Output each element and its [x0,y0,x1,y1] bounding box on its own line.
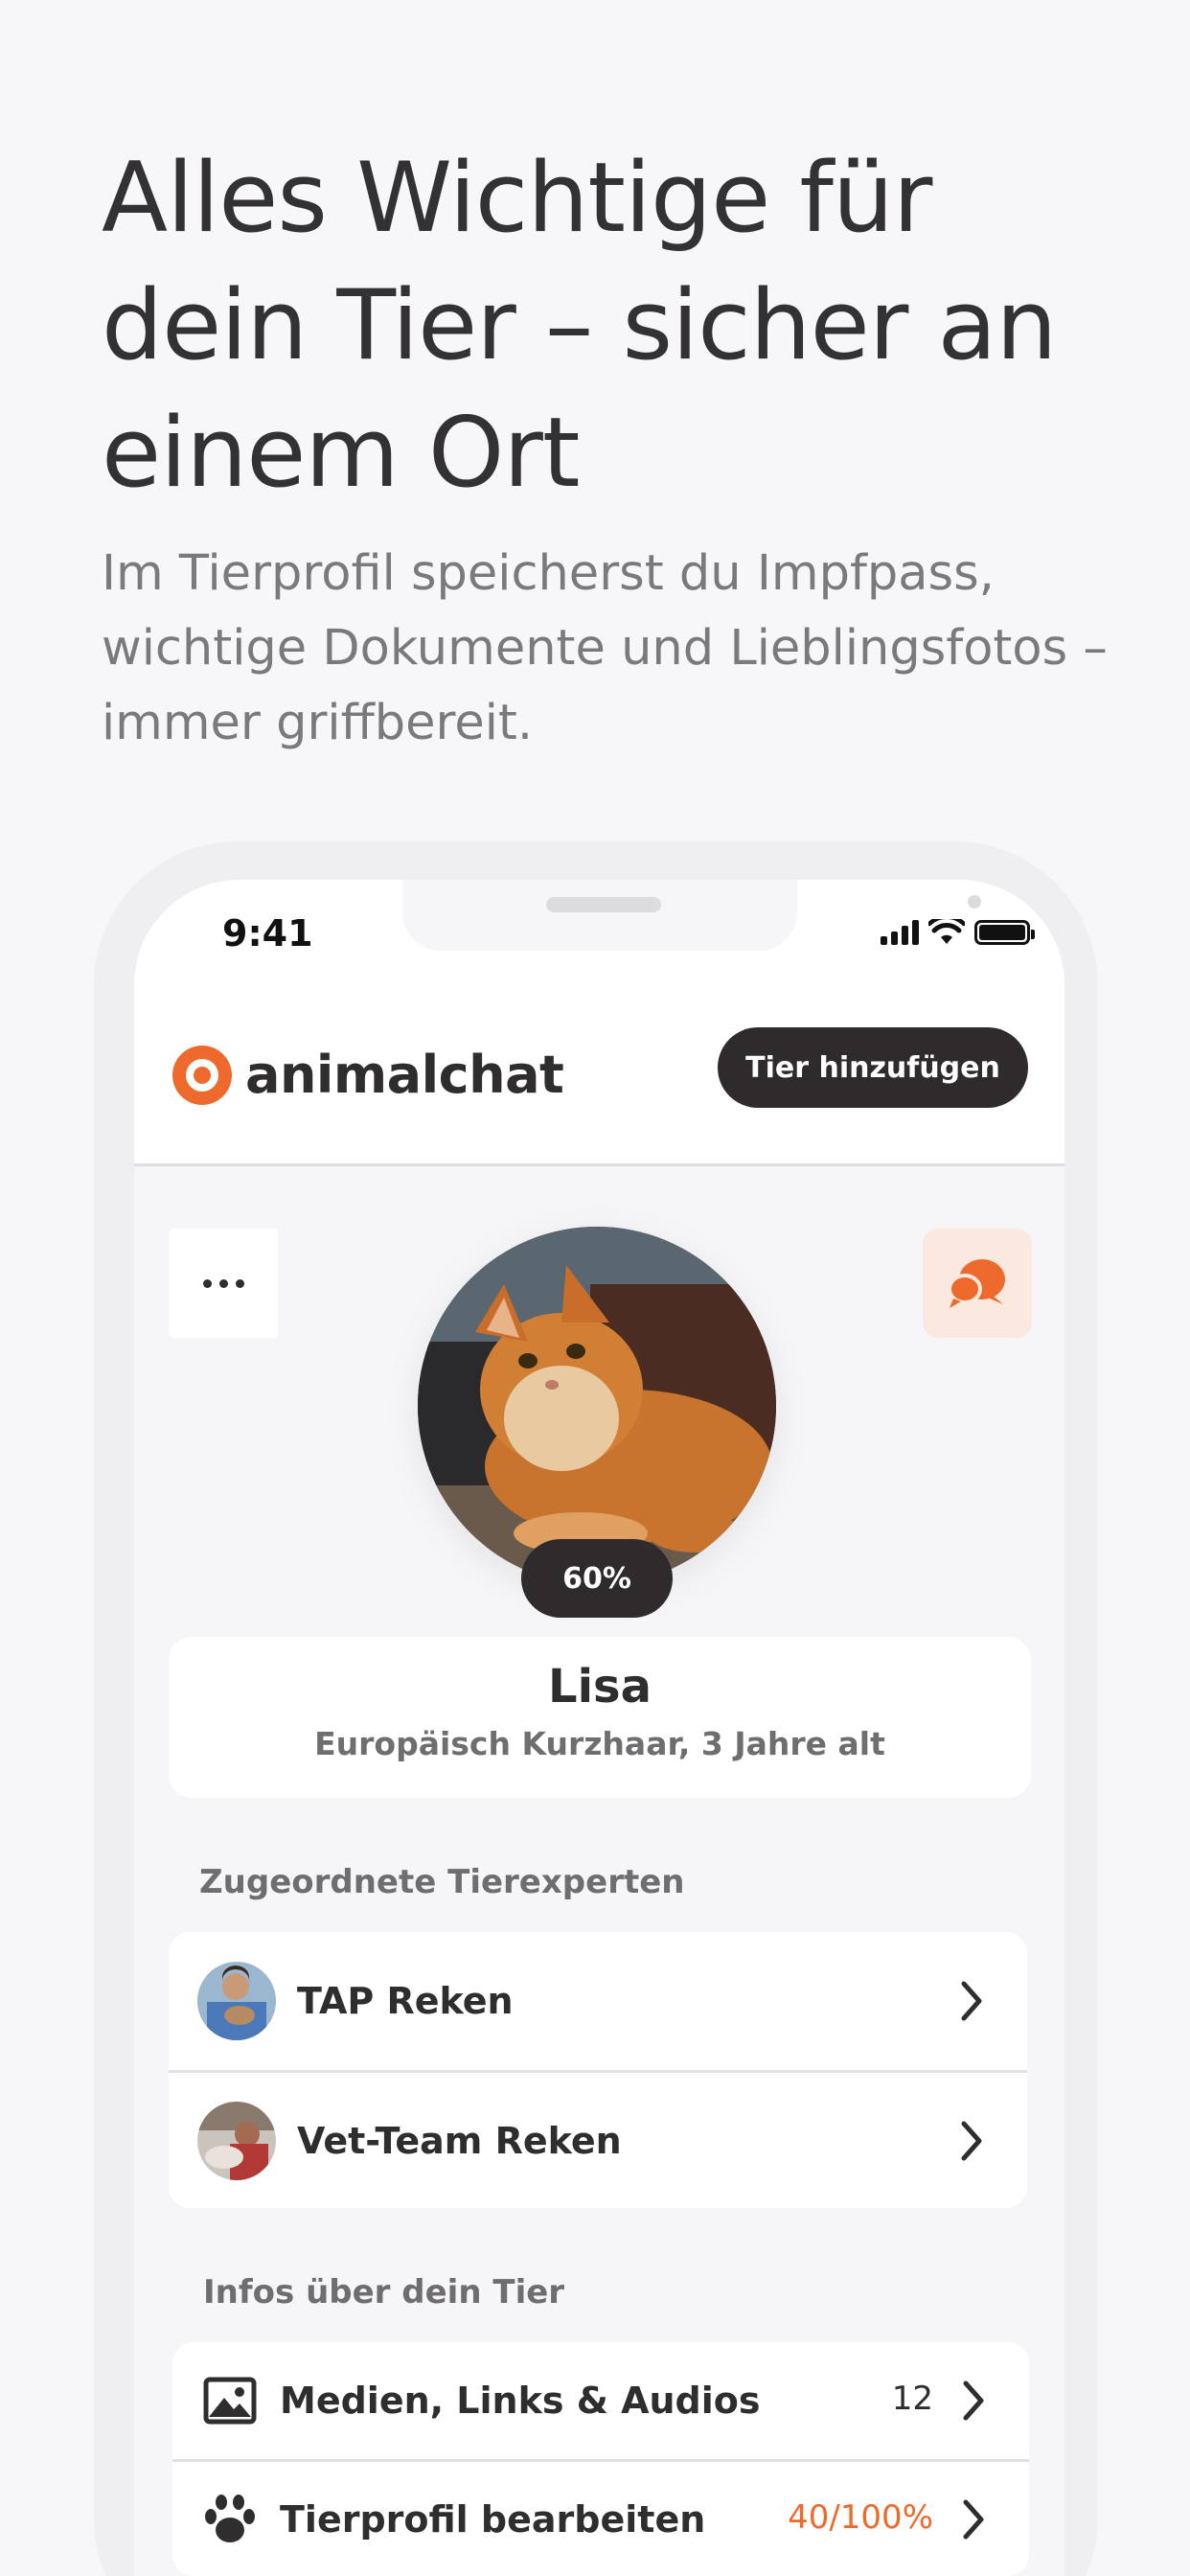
expert-name: TAP Reken [297,1980,514,2022]
chevron-right-icon [963,2380,984,2421]
notch-speaker [546,897,661,912]
cellular-signal-icon [881,920,919,945]
app-name: animalchat [245,1045,564,1105]
media-links-audios-row[interactable]: Medien, Links & Audios 12 [172,2342,1029,2459]
infos-list: Medien, Links & Audios 12 Tierprofil bea… [172,2342,1029,2576]
battery-icon [974,920,1035,945]
pet-avatar[interactable] [418,1227,776,1585]
experts-section-title: Zugeordnete Tierexperten [199,1863,685,1901]
notch-camera [968,895,981,908]
app-logo: animalchat [172,1045,564,1105]
expert-avatar [197,1962,276,2040]
profile-completion: 40/100% [788,2497,933,2537]
chat-button[interactable] [923,1229,1032,1338]
status-icons [881,916,1035,949]
wifi-icon [928,919,965,944]
paw-icon [201,2491,259,2548]
pet-name: Lisa [548,1660,652,1714]
experts-list: TAP Reken Vet-Team Reken [169,1932,1027,2208]
animalchat-logo-icon [172,1045,232,1105]
chat-bubbles-icon [948,1259,1005,1308]
status-time: 9:41 [222,912,313,954]
edit-pet-profile-row[interactable]: Tierprofil bearbeiten 40/100% [172,2459,1029,2576]
subline: Im Tierprofil speicherst du Impfpass, wi… [102,545,1108,751]
media-count: 12 [891,2380,933,2418]
image-icon [201,2372,259,2429]
row-label: Medien, Links & Audios [280,2380,761,2422]
expert-name: Vet-Team Reken [297,2119,622,2162]
more-dots-icon [202,1278,212,1288]
cat-photo [418,1227,776,1585]
header-divider [134,1163,1064,1166]
expert-avatar [197,2101,276,2180]
chevron-right-icon [961,1981,982,2021]
pet-info-card: Lisa Europäisch Kurzhaar, 3 Jahre alt [169,1637,1031,1798]
chevron-right-icon [961,2121,982,2160]
chevron-right-icon [963,2499,984,2539]
phone-screen: 9:41 animalchat Tier hinzufügen 60% Lisa… [134,880,1064,2576]
more-options-button[interactable] [169,1229,278,1338]
expert-row-vet-team-reken[interactable]: Vet-Team Reken [169,2070,1027,2208]
headline: Alles Wichtige für dein Tier – sicher an… [102,141,1057,509]
row-label: Tierprofil bearbeiten [280,2497,706,2541]
add-pet-button[interactable]: Tier hinzufügen [718,1027,1028,1108]
pet-description: Europäisch Kurzhaar, 3 Jahre alt [314,1725,885,1762]
phone-notch [402,880,981,951]
profile-progress-badge: 60% [521,1539,673,1618]
infos-section-title: Infos über dein Tier [203,2273,565,2312]
expert-row-tap-reken[interactable]: TAP Reken [169,1932,1027,2070]
app-header: animalchat Tier hinzufügen [134,1024,1064,1165]
